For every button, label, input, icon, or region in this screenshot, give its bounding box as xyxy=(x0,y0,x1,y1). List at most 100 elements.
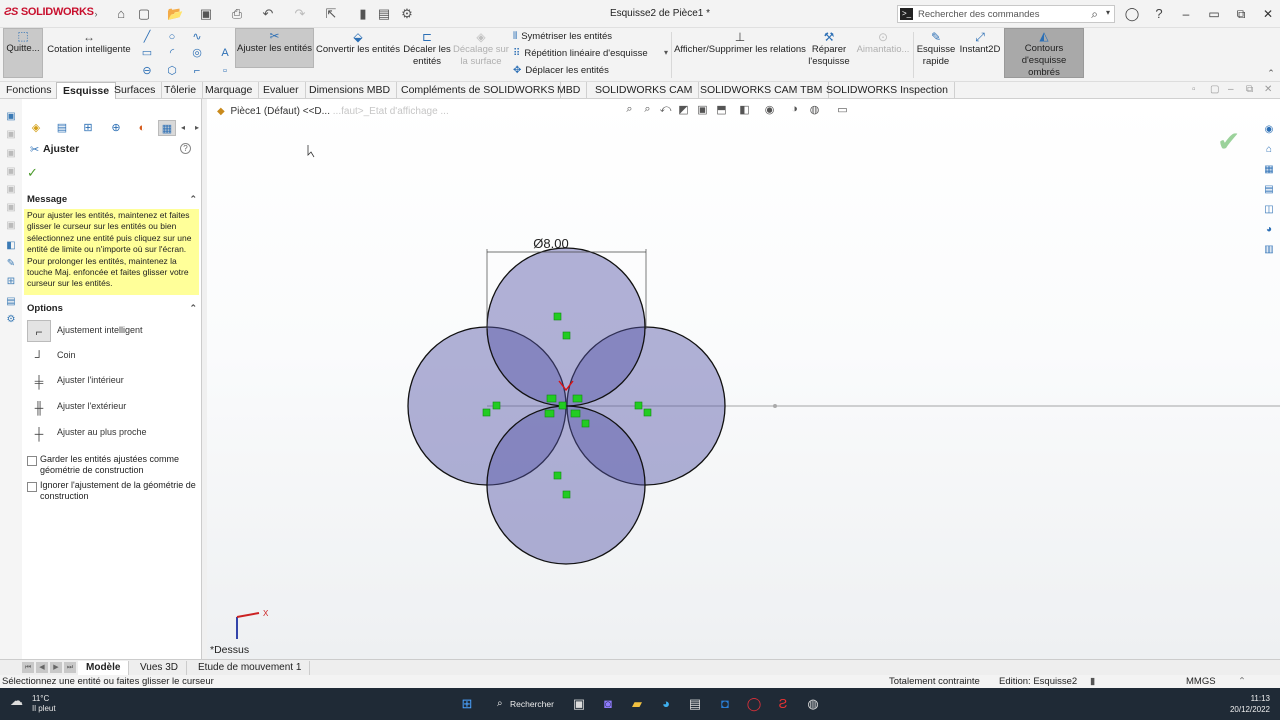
close-icon[interactable]: ✕ xyxy=(1258,5,1278,23)
solidworks-taskbar-icon[interactable]: Ƨ xyxy=(774,695,792,713)
trim-entities-button[interactable]: ✂ Ajuster les entités xyxy=(235,28,314,68)
tab-dimensions-mbd[interactable]: Dimensions MBD xyxy=(303,82,398,99)
tab-solidworks-cam-tbm[interactable]: SOLIDWORKS CAM TBM xyxy=(694,82,830,99)
options-section-header[interactable]: Options ⌃ xyxy=(27,303,197,314)
tab-tolerie[interactable]: Tôlerie xyxy=(158,82,204,99)
point-icon[interactable]: ▫ xyxy=(218,64,232,78)
redo-icon[interactable]: ↷ xyxy=(292,6,308,22)
convert-entities-button[interactable]: ⬙ Convertir les entités xyxy=(316,30,400,76)
app-icon[interactable]: ◍ xyxy=(804,695,822,713)
rapid-sketch-button[interactable]: ✎ Esquisse rapide xyxy=(916,30,956,76)
mirror-entities-button[interactable]: ⫴ Symétriser les entités xyxy=(513,31,612,42)
ignore-construction-checkbox[interactable]: Ignorer l'ajustement de la géométrie de … xyxy=(27,480,197,502)
option-trim-inside[interactable]: ╪ Ajuster l'intérieur xyxy=(25,370,195,392)
weather-widget[interactable]: ☁ 11°C Il pleut xyxy=(10,694,56,714)
help-icon[interactable]: ? xyxy=(1151,6,1167,22)
task-view-icon[interactable]: ▣ xyxy=(570,695,588,713)
spline-icon[interactable]: ∿ xyxy=(190,30,204,44)
ellipse-icon[interactable]: ◎ xyxy=(190,46,204,60)
search-icon[interactable]: ⌕ xyxy=(1091,7,1098,22)
tab-model[interactable]: Modèle xyxy=(78,661,130,675)
feature-manager-tab-icon[interactable]: ◈ xyxy=(27,120,45,136)
next-tab-icon[interactable]: ▶ xyxy=(50,662,62,673)
collapse-ribbon-icon[interactable]: ⌃ xyxy=(1264,66,1278,80)
last-tab-icon[interactable]: ⏭ xyxy=(64,662,76,673)
sketch-circle-bottom[interactable] xyxy=(486,405,646,565)
undo-icon[interactable]: ↶ xyxy=(260,6,276,22)
windows-start-icon[interactable]: ⊞ xyxy=(458,695,476,713)
fillet-icon[interactable]: ⌐ xyxy=(190,64,204,78)
sketch-tool-icon[interactable]: ▣ xyxy=(4,183,18,197)
offset-entities-button[interactable]: ⊏ Décaler les entités xyxy=(402,30,452,76)
tab-motion-study[interactable]: Etude de mouvement 1 xyxy=(190,661,311,675)
collapse-icon[interactable]: ⌃ xyxy=(189,194,197,205)
rebuild-icon[interactable]: ▮ xyxy=(355,6,371,22)
ok-check-icon[interactable]: ✓ xyxy=(27,165,38,181)
instant2d-button[interactable]: ⤢ Instant2D xyxy=(958,30,1002,76)
option-corner[interactable]: ┘ Coin xyxy=(25,345,195,367)
tab-solidworks-cam[interactable]: SOLIDWORKS CAM xyxy=(589,82,700,99)
units-menu-icon[interactable]: ⌃ xyxy=(1238,675,1246,688)
sketch-tool-icon[interactable]: ✎ xyxy=(4,257,18,271)
rebuild-status-icon[interactable]: ▮ xyxy=(1090,675,1095,688)
user-icon[interactable]: ◯ xyxy=(1124,6,1140,22)
sketch-tool-icon[interactable]: ▣ xyxy=(4,201,18,215)
sketch-tool-icon[interactable]: ▣ xyxy=(4,128,18,142)
display-manager-tab-icon[interactable]: ◐ xyxy=(133,120,151,136)
help-icon[interactable]: ? xyxy=(180,143,191,154)
sketch-tool-icon[interactable]: ▣ xyxy=(4,219,18,233)
quick-snaps-button[interactable]: ⊙ Aimantatio... xyxy=(855,30,911,76)
tab-solidworks-inspection[interactable]: SOLIDWORKS Inspection xyxy=(820,82,955,99)
command-search-input[interactable]: >_ Rechercher des commandes ⌕ ▾ xyxy=(897,5,1115,23)
sketch-tool-icon[interactable]: ▣ xyxy=(4,110,18,124)
repair-sketch-button[interactable]: ⚒ Réparer l'esquisse xyxy=(808,30,850,76)
new-document-icon[interactable]: ▢ xyxy=(136,6,152,22)
offset-on-surface-button[interactable]: ◈ Décalage sur la surface xyxy=(453,30,509,76)
slot-icon[interactable]: ⊖ xyxy=(140,64,154,78)
graphics-area[interactable]: ◆ Pièce1 (Défaut) <<D... ...faut>_Etat d… xyxy=(207,99,1280,659)
line-icon[interactable]: ╱ xyxy=(140,30,154,44)
configuration-tab-icon[interactable]: ⊞ xyxy=(79,120,97,136)
tab-complements[interactable]: Compléments de SOLIDWORKS xyxy=(395,82,562,99)
minimize-icon[interactable]: – xyxy=(1176,5,1196,23)
teams-icon[interactable]: ◙ xyxy=(599,695,617,713)
sketch-tool-icon[interactable]: ⊞ xyxy=(4,275,18,289)
chevron-down-icon[interactable]: ▾ xyxy=(1106,8,1110,17)
restore-icon[interactable]: ▭ xyxy=(1204,5,1224,23)
exit-sketch-button[interactable]: ⬚ Quitte... xyxy=(3,28,43,78)
move-entities-button[interactable]: ✥ Déplacer les entités xyxy=(513,65,609,76)
option-smart-trim[interactable]: ⌐ Ajustement intelligent xyxy=(25,320,195,342)
relations-button[interactable]: ⊥ Afficher/Supprimer les relations xyxy=(674,30,806,60)
tab-mbd[interactable]: MBD xyxy=(551,82,588,99)
sketch-tool-icon[interactable]: ⚙ xyxy=(4,313,18,327)
taskbar-clock[interactable]: 11:13 20/12/2022 xyxy=(1230,693,1270,715)
sketch-tool-icon[interactable]: ▣ xyxy=(4,147,18,161)
keep-construction-checkbox[interactable]: Garder les entités ajustées comme géomét… xyxy=(27,454,197,476)
linear-pattern-button[interactable]: ⠿ Répétition linéaire d'esquisse xyxy=(513,48,648,59)
file-properties-icon[interactable]: ▤ xyxy=(376,6,392,22)
diameter-dimension[interactable]: Ø8.00 xyxy=(533,236,568,251)
outlook-icon[interactable]: ◘ xyxy=(716,695,734,713)
maximize-icon[interactable]: ⧉ xyxy=(1231,5,1251,23)
menu-expand-icon[interactable]: › xyxy=(88,6,104,22)
status-units[interactable]: MMGS xyxy=(1186,675,1216,688)
prev-tab-icon[interactable]: ◀ xyxy=(36,662,48,673)
print-icon[interactable]: ⎙ xyxy=(229,6,245,22)
sketch-tool-icon[interactable]: ▣ xyxy=(4,165,18,179)
open-icon[interactable]: 📂 xyxy=(167,6,183,22)
home-icon[interactable]: ⌂ xyxy=(113,6,129,22)
circle-icon[interactable]: ○ xyxy=(165,30,179,44)
smart-dimension-button[interactable]: ↔ Cotation intelligente xyxy=(46,30,132,76)
taskbar-search[interactable]: ⌕ Rechercher xyxy=(490,694,554,714)
options-gear-icon[interactable]: ⚙ xyxy=(399,6,415,22)
window-icon[interactable]: ▢ xyxy=(1210,84,1219,95)
select-icon[interactable]: ⇱ xyxy=(323,6,339,22)
shaded-sketch-contours-button[interactable]: ◭ Contours d'esquisse ombrés xyxy=(1004,28,1084,78)
checkbox-box[interactable] xyxy=(27,482,37,492)
tab-3d-views[interactable]: Vues 3D xyxy=(132,661,187,675)
checkbox-box[interactable] xyxy=(27,456,37,466)
tab-fonctions[interactable]: Fonctions xyxy=(0,82,59,99)
text-icon[interactable]: A xyxy=(218,46,232,60)
first-tab-icon[interactable]: ⏮ xyxy=(22,662,34,673)
tab-surfaces[interactable]: Surfaces xyxy=(108,82,163,99)
